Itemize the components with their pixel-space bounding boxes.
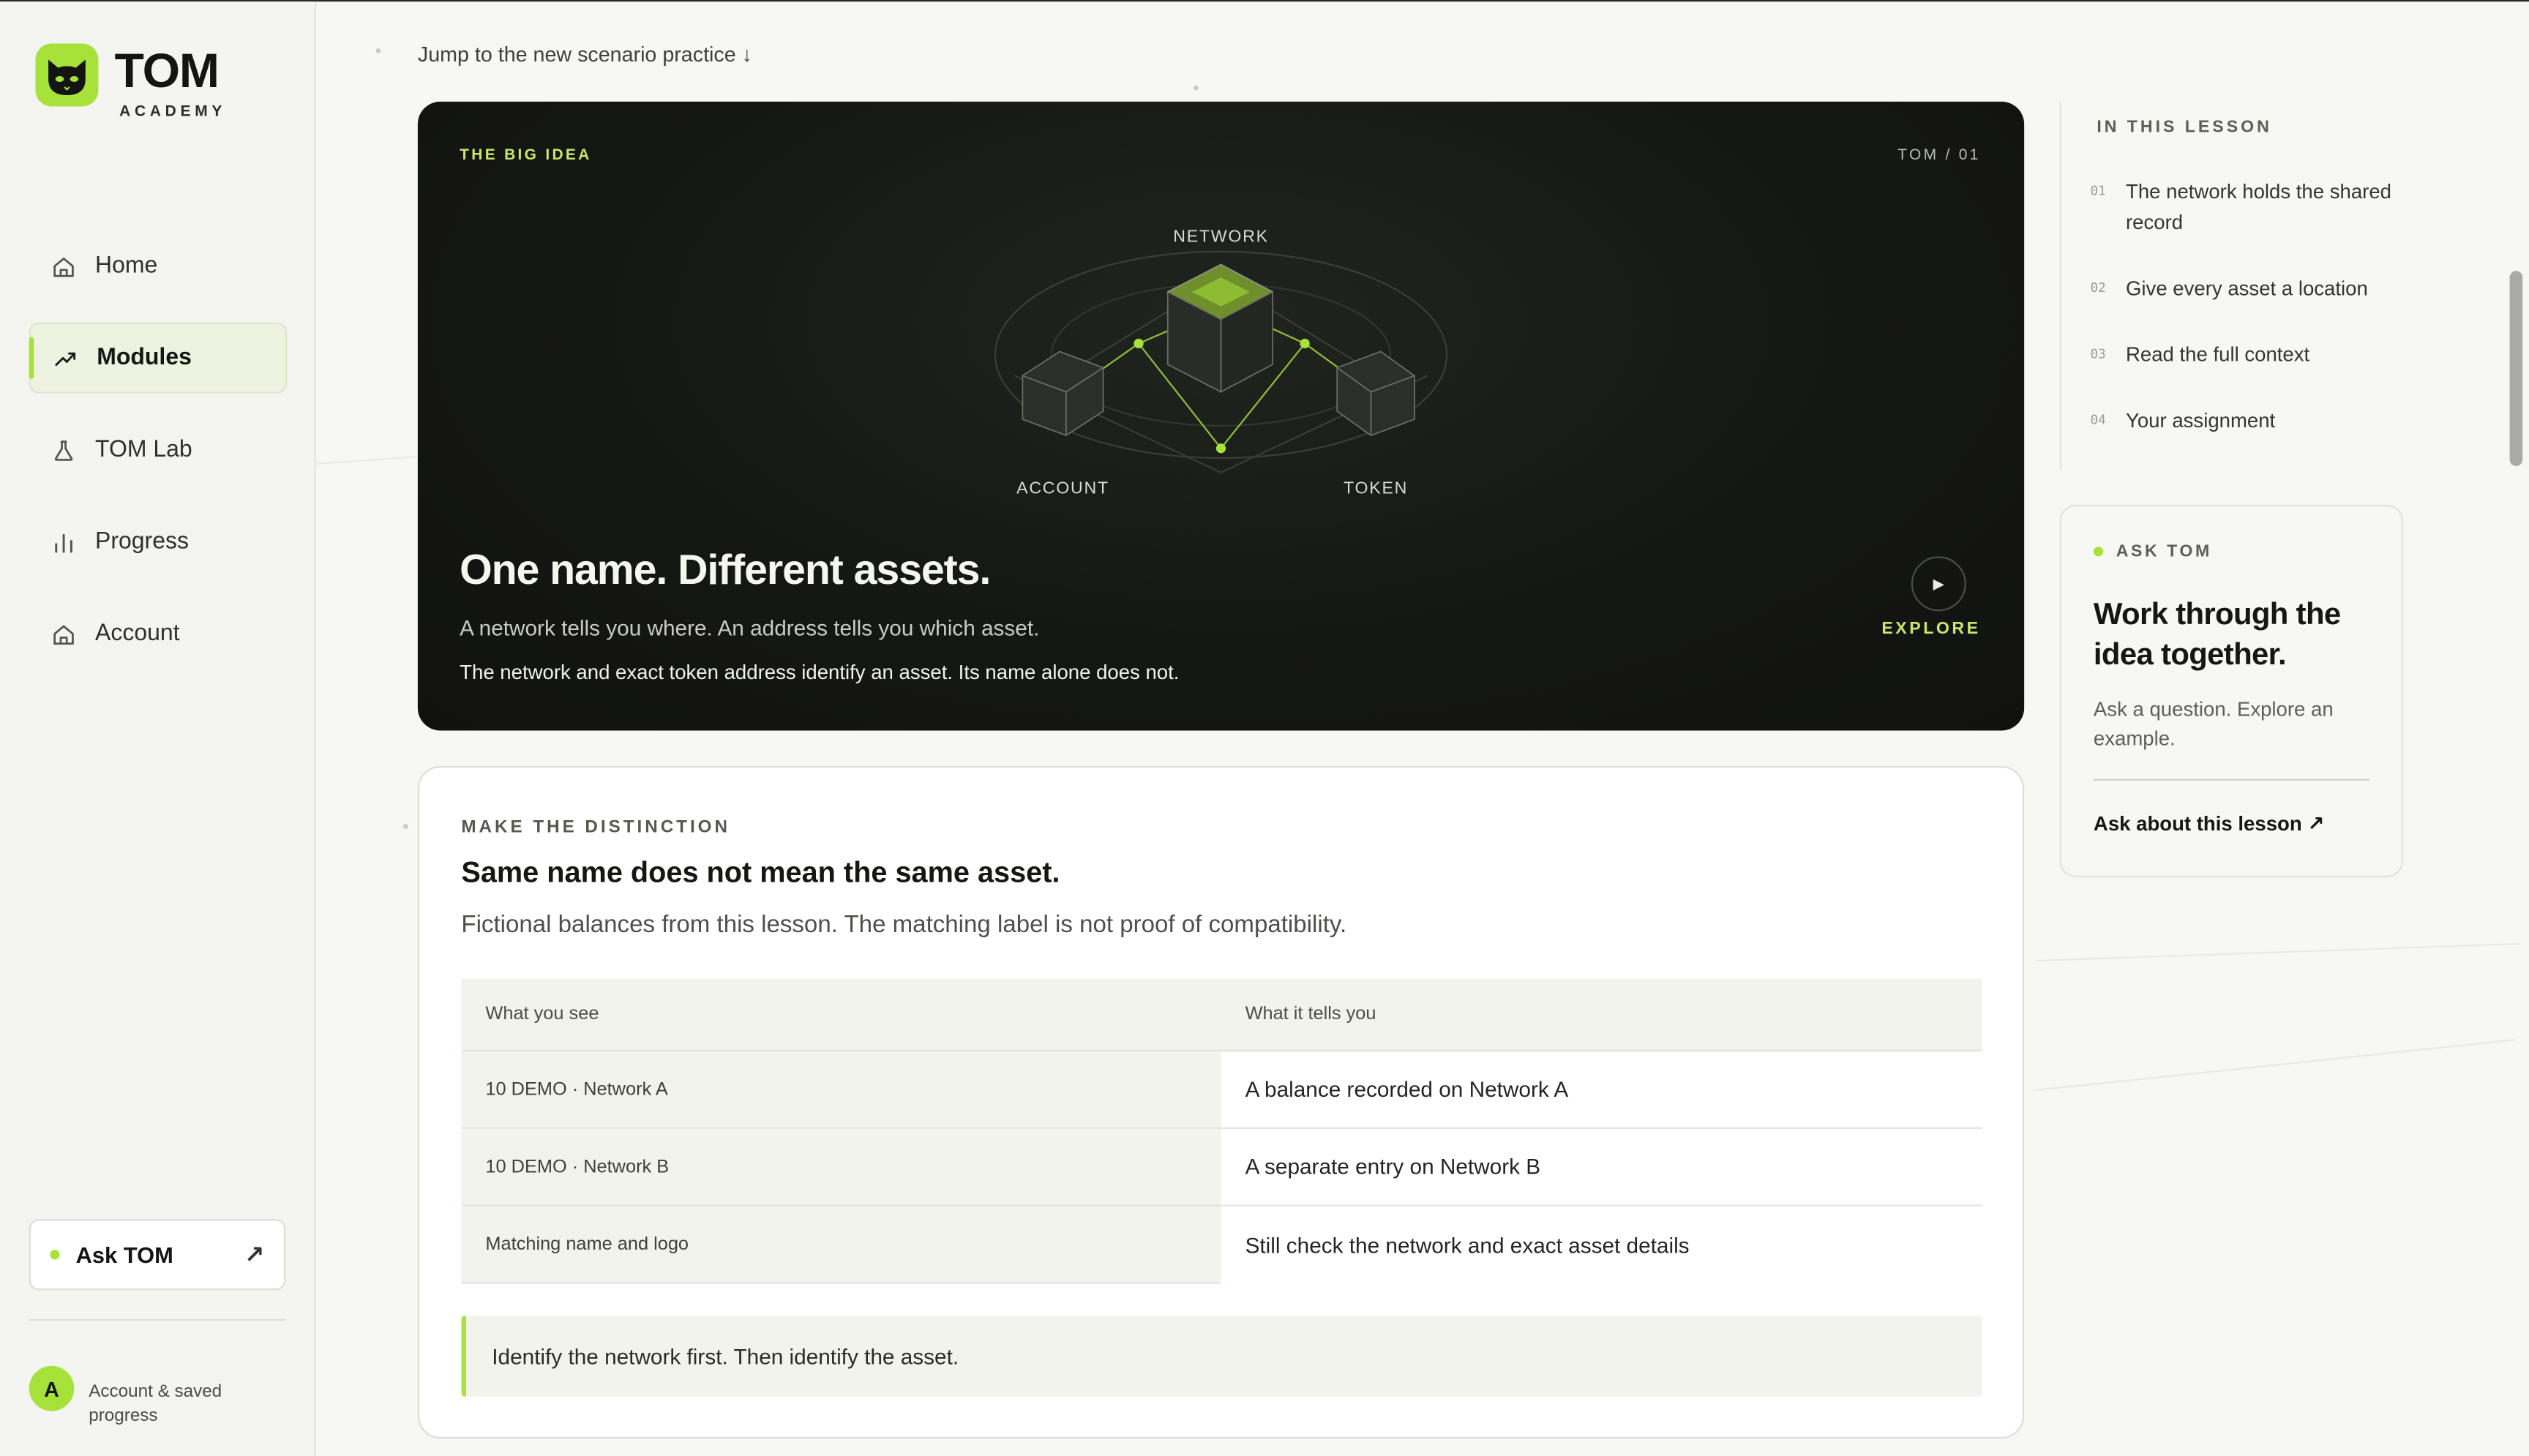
comparison-table: What you see What it tells you 10 DEMO ·… — [461, 978, 1982, 1284]
outline-item[interactable]: 04 Your assignment — [2091, 406, 2408, 437]
hero-tag: TOM / 01 — [1897, 146, 1981, 165]
section-title: Same name does not mean the same asset. — [461, 856, 1060, 889]
flask-icon — [50, 437, 75, 462]
jump-to-practice-link[interactable]: Jump to the new scenario practice ↓ — [418, 42, 752, 66]
outline-label: Read the full context — [2126, 343, 2310, 367]
node-dot — [1215, 443, 1226, 454]
bg-speck — [375, 48, 381, 53]
arrow-up-right-icon: ↗ — [244, 1242, 265, 1269]
network-diagram: NETWORK ACCOUNT TOKEN — [994, 227, 1448, 497]
big-idea-card: THE BIG IDEA TOM / 01 NETWORK ACCOUNT TO… — [417, 101, 2025, 731]
account-text: Account & saved progress — [89, 1381, 222, 1426]
nav-item-home[interactable]: Home — [29, 230, 288, 301]
ask-eyebrow-label: ASK TOM — [2116, 541, 2212, 562]
ask-tom-card: ASK TOM Work through the idea together. … — [2059, 504, 2404, 878]
explore-play-button[interactable]: ▶ — [1911, 556, 1966, 612]
app-root: TOM ACADEMY Home Modules TOM Lab Progres… — [0, 0, 2529, 1456]
callout-note: Identify the network first. Then identif… — [461, 1316, 1982, 1397]
main-nav: Home Modules TOM Lab Progress Account — [29, 230, 288, 690]
outline-item[interactable]: 01 The network holds the shared record — [2091, 177, 2408, 239]
brand-subtitle: ACADEMY — [119, 103, 227, 121]
ask-eyebrow: ASK TOM — [2093, 541, 2212, 562]
distinction-card: MAKE THE DISTINCTION Same name does not … — [417, 765, 2025, 1439]
trend-icon — [52, 345, 78, 371]
bar-chart-icon — [50, 529, 75, 555]
hero-subtitle: A network tells you where. An address te… — [460, 615, 1040, 641]
bg-line — [2035, 942, 2519, 962]
explore-label[interactable]: EXPLORE — [1881, 619, 1980, 638]
outline-number: 03 — [2090, 346, 2106, 361]
outline-number: 02 — [2090, 280, 2106, 296]
ask-tom-label: Ask TOM — [75, 1242, 173, 1268]
home-icon — [50, 621, 75, 647]
table-cell: 10 DEMO · Network B — [461, 1128, 1221, 1205]
ask-about-lesson-link[interactable]: Ask about this lesson ↗ — [2094, 811, 2324, 836]
sidebar: TOM ACADEMY Home Modules TOM Lab Progres… — [0, 1, 317, 1456]
status-dot — [2093, 547, 2104, 557]
table-cell: Still check the network and exact asset … — [1245, 1233, 1690, 1258]
outline-number: 04 — [2090, 413, 2106, 428]
outline-label: Give every asset a location — [2126, 277, 2368, 300]
ask-title: Work through the idea together. — [2093, 598, 2341, 673]
lesson-outline: IN THIS LESSON 01 The network holds the … — [2059, 101, 2402, 470]
ask-text: Ask a question. Explore an example. — [2093, 698, 2334, 750]
play-icon: ▶ — [1933, 574, 1944, 591]
scrollbar-track[interactable] — [2508, 1, 2522, 1456]
label-account: ACCOUNT — [1016, 478, 1109, 497]
scrollbar-thumb[interactable] — [2509, 271, 2523, 466]
divider — [29, 1318, 286, 1321]
table-cell: 10 DEMO · Network A — [461, 1051, 1221, 1127]
nav-label: Modules — [97, 345, 192, 371]
hero-note: The network and exact token address iden… — [460, 661, 1180, 684]
outline-title: IN THIS LESSON — [2097, 117, 2272, 138]
status-dot — [50, 1250, 60, 1260]
table-cell: A balance recorded on Network A — [1245, 1077, 1569, 1102]
section-subtitle: Fictional balances from this lesson. The… — [461, 911, 1347, 939]
divider — [2093, 778, 2369, 781]
top-border — [0, 0, 2529, 2]
nav-item-progress[interactable]: Progress — [29, 506, 288, 577]
section-eyebrow: MAKE THE DISTINCTION — [461, 817, 730, 837]
table-header: What you see What it tells you — [461, 978, 1982, 1052]
outline-item[interactable]: 02 Give every asset a location — [2091, 274, 2408, 305]
column-header: What you see — [485, 1005, 599, 1024]
nav-item-tom-lab[interactable]: TOM Lab — [29, 414, 288, 485]
nav-label: Progress — [95, 528, 189, 555]
account-summary[interactable]: A Account & saved progress — [29, 1365, 250, 1429]
brand-name: TOM — [114, 45, 220, 99]
nav-item-modules[interactable]: Modules — [29, 322, 288, 394]
nav-label: Account — [95, 620, 180, 647]
ask-tom-button[interactable]: Ask TOM ↗ — [29, 1219, 286, 1291]
column-header: What it tells you — [1245, 1005, 1376, 1024]
home-icon — [50, 253, 75, 279]
outline-label: Your assignment — [2126, 409, 2276, 432]
outline-number: 01 — [2090, 184, 2106, 199]
hero-eyebrow: THE BIG IDEA — [460, 146, 592, 165]
table-row: Matching name and logo Still check the n… — [461, 1206, 1982, 1284]
label-token: TOKEN — [1344, 478, 1408, 497]
table-row: 10 DEMO · Network B A separate entry on … — [461, 1128, 1982, 1207]
table-cell: A separate entry on Network B — [1245, 1155, 1541, 1179]
node-dot — [1134, 338, 1144, 349]
avatar: A — [29, 1365, 75, 1411]
nav-label: Home — [95, 253, 158, 279]
nav-label: TOM Lab — [95, 437, 192, 463]
node-dot — [1300, 338, 1310, 349]
bg-speck — [403, 824, 408, 829]
nav-item-account[interactable]: Account — [29, 598, 288, 669]
table-cell: Matching name and logo — [461, 1206, 1221, 1284]
table-row: 10 DEMO · Network A A balance recorded o… — [461, 1051, 1982, 1129]
outline-label: The network holds the shared record — [2126, 180, 2391, 234]
cat-logo-icon — [35, 43, 99, 107]
outline-item[interactable]: 03 Read the full context — [2091, 340, 2408, 371]
brand-logo[interactable]: TOM ACADEMY — [35, 43, 227, 121]
bg-speck — [1194, 85, 1199, 91]
label-network: NETWORK — [1173, 227, 1269, 246]
bg-line — [2033, 1039, 2515, 1092]
hero-title: One name. Different assets. — [460, 544, 991, 594]
